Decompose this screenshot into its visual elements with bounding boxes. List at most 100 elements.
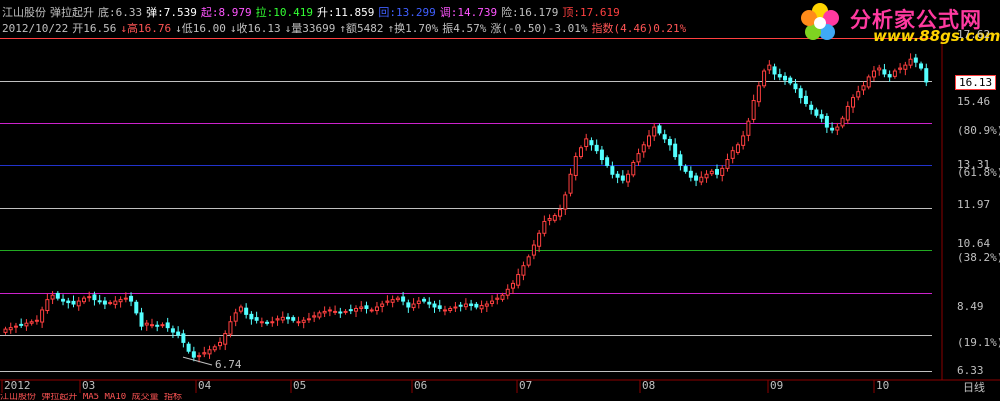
candle-body xyxy=(275,318,280,321)
date-tick-3: 05 xyxy=(293,379,307,392)
price-axis-label-11: 6.33 xyxy=(957,364,984,377)
quote-value-9: 涨(-0.50)-3.01% xyxy=(490,22,588,35)
candle-body xyxy=(866,76,871,88)
candle-body xyxy=(662,134,667,140)
candle-body xyxy=(390,299,395,303)
candle-body xyxy=(181,333,186,343)
candle-body xyxy=(547,218,552,221)
candle-body xyxy=(521,265,526,276)
candle-body xyxy=(108,302,113,305)
candle-body xyxy=(735,144,740,153)
candle-body xyxy=(160,324,165,327)
candle-body xyxy=(830,127,835,131)
candle-body xyxy=(327,309,332,312)
candle-body xyxy=(652,126,657,137)
candle-body xyxy=(631,161,636,176)
candle-body xyxy=(97,300,102,303)
candle-body xyxy=(401,296,406,302)
candle-body xyxy=(704,173,709,179)
candle-body xyxy=(751,100,756,120)
quote-value-0: 2012/10/22 xyxy=(2,22,69,35)
candle-body xyxy=(3,328,8,333)
candle-body xyxy=(626,173,631,183)
candle-body xyxy=(24,322,29,327)
candle-body xyxy=(767,64,772,71)
candle-body xyxy=(594,144,599,152)
candle-body xyxy=(134,301,139,314)
candle-body xyxy=(40,309,45,323)
candle-body xyxy=(552,215,557,221)
candle-body xyxy=(725,159,730,169)
candle-body xyxy=(61,298,66,302)
candle-body xyxy=(573,156,578,176)
candle-body xyxy=(699,176,704,183)
candle-body xyxy=(908,58,913,66)
candle-body xyxy=(903,64,908,70)
quote-value-1: 开16.56 xyxy=(72,22,117,35)
candle-body xyxy=(756,85,761,103)
flower-logo-icon xyxy=(801,3,839,40)
candle-body xyxy=(584,138,589,148)
candle-body xyxy=(898,67,903,70)
date-tick-1: 03 xyxy=(82,379,96,392)
candle-body xyxy=(395,297,400,301)
candle-body xyxy=(348,309,353,312)
candle-body xyxy=(432,303,437,308)
candle-body xyxy=(118,299,123,303)
candle-body xyxy=(783,75,788,81)
candle-body xyxy=(688,170,693,178)
candle-body xyxy=(123,297,128,300)
candle-body xyxy=(155,324,160,327)
candle-body xyxy=(8,327,13,331)
candle-body xyxy=(244,307,249,315)
candle-body xyxy=(892,70,897,77)
candle-body xyxy=(170,328,175,333)
candle-body xyxy=(442,309,447,312)
quote-value-6: ↑额5482 xyxy=(339,22,384,35)
candle-body xyxy=(437,305,442,309)
candle-body xyxy=(92,294,97,301)
candle-body xyxy=(913,57,918,63)
date-axis: 2012 03 04 05 06 07 08 09 10 日线 xyxy=(0,379,1000,394)
quote-value-4: ↓收16.13 xyxy=(229,22,281,35)
candle-body xyxy=(516,274,521,286)
indicator-value-6: 升:11.859 xyxy=(316,6,375,19)
candle-body xyxy=(715,169,720,175)
candle-body xyxy=(354,307,359,312)
candle-body xyxy=(500,294,505,300)
candle-body xyxy=(197,355,202,358)
indicator-value-2: 底:6.33 xyxy=(98,6,143,19)
price-axis-label-5: (61.8%) xyxy=(957,166,1000,180)
candle-body xyxy=(720,167,725,176)
candle-body xyxy=(333,310,338,313)
candle-body xyxy=(673,143,678,158)
candle-body xyxy=(657,125,662,134)
indicator-header: 江山股份 弹拉起升 底:6.33 弹:7.539 起:8.979 拉:10.419 升:11… xyxy=(2,6,624,20)
candle-body xyxy=(636,153,641,163)
candle-body xyxy=(139,312,144,327)
candle-body xyxy=(678,154,683,166)
candle-body xyxy=(458,304,463,307)
candle-body xyxy=(558,209,563,217)
indicator-value-0: 江山股份 xyxy=(2,6,46,19)
candle-body xyxy=(856,91,861,98)
date-tick-0: 2012 xyxy=(4,379,31,392)
candlestick-chart[interactable] xyxy=(0,0,1000,401)
candle-body xyxy=(730,150,735,159)
candle-body xyxy=(71,300,76,305)
candle-body xyxy=(793,83,798,90)
candle-body xyxy=(427,301,432,305)
indicator-value-7: 回:13.299 xyxy=(378,6,436,19)
candle-body xyxy=(448,307,453,312)
candle-body xyxy=(563,194,568,210)
candle-body xyxy=(803,95,808,104)
candle-body xyxy=(249,313,254,320)
price-axis-label-9: 8.49 xyxy=(957,300,984,314)
candle-body xyxy=(165,322,170,329)
candle-body xyxy=(202,352,207,355)
candle-body xyxy=(615,173,620,178)
candle-body xyxy=(835,126,840,131)
date-tick-2: 04 xyxy=(198,379,212,392)
date-tick-7: 09 xyxy=(770,379,784,392)
date-tick-5: 07 xyxy=(519,379,533,392)
